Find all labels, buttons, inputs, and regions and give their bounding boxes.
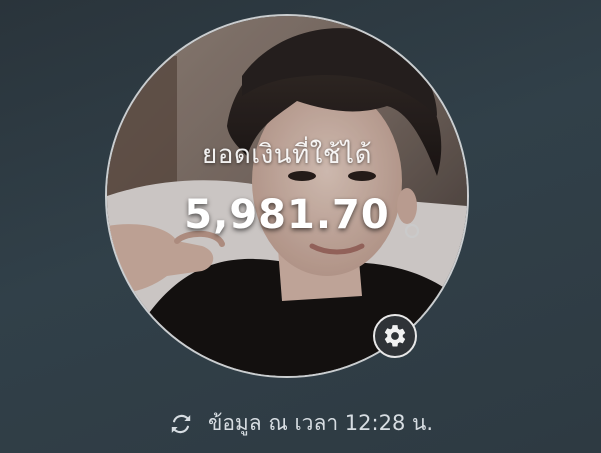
available-balance-amount: 5,981.70 xyxy=(184,192,390,238)
last-updated-row: ข้อมูล ณ เวลา 12:28 น. xyxy=(0,407,601,440)
available-balance-label: ยอดเงินที่ใช้ได้ xyxy=(201,140,373,170)
settings-button[interactable] xyxy=(373,314,417,358)
refresh-icon[interactable] xyxy=(168,411,194,437)
last-updated-text: ข้อมูล ณ เวลา 12:28 น. xyxy=(207,411,434,435)
gear-icon xyxy=(384,325,406,347)
balance-card: ยอดเงินที่ใช้ได้ 5,981.70 xyxy=(107,16,467,376)
